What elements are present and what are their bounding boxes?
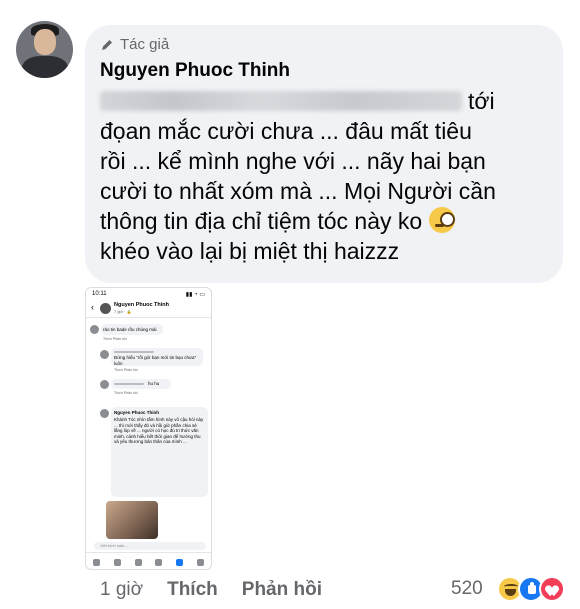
- like-button[interactable]: Thích: [167, 579, 218, 601]
- video-icon: [134, 558, 142, 566]
- back-icon: ‹: [91, 302, 94, 312]
- reply-text: Khánh Tóc nhìn tấm hình này vô cậu hỏi n…: [114, 417, 204, 444]
- comment-line: khéo vào lại bị miệt thị haizzz: [100, 238, 400, 264]
- groups-icon: [155, 558, 163, 566]
- attached-screenshot[interactable]: 10:11 ▮▮ ◔ ▭ ‹ Nguyen Phuoc Thinh 7 giờ …: [85, 287, 212, 570]
- notifications-icon: [176, 558, 184, 566]
- monocle-emoji-icon: [428, 207, 455, 233]
- blurred-name: [114, 351, 154, 353]
- header-name: Nguyen Phuoc Thinh: [114, 302, 169, 308]
- reply-text: Đừng hiểu "rồi giờ bạn mới tin bạo chưa"…: [114, 355, 197, 366]
- pencil-icon: [102, 39, 112, 50]
- comment-line: đọan mắc cười chưa ... đâu mất tiêu: [100, 118, 472, 144]
- menu-icon: [197, 558, 205, 566]
- photo-thumbnail: [106, 501, 158, 539]
- comment-line: cười to nhất xóm mà ... Mọi Người cần: [100, 178, 496, 204]
- comment-text: tới đọan mắc cười chưa ... đâu mất tiêu …: [100, 86, 545, 266]
- status-time: 10:11: [92, 291, 107, 297]
- blurred-name: [114, 383, 144, 385]
- reply-avatar: [100, 350, 109, 359]
- reply-text: hu hu: [148, 381, 160, 386]
- reply-text: rảo tin bade rồu chúng mài: [103, 327, 157, 332]
- reply-button[interactable]: Phản hồi: [242, 579, 322, 601]
- comment-time[interactable]: 1 giờ: [100, 579, 143, 601]
- reaction-count[interactable]: 520: [451, 578, 483, 600]
- bottom-nav: [86, 552, 211, 569]
- home-icon: [92, 558, 100, 566]
- friends-icon: [113, 558, 121, 566]
- header-avatar: [100, 303, 111, 314]
- reply-avatar: [100, 409, 109, 418]
- reply-meta: Thích Phản hồi: [114, 368, 138, 372]
- status-icons: ▮▮ ◔ ▭: [185, 292, 205, 298]
- avatar-face: [34, 29, 56, 55]
- comment-actions: 1 giờ Thích Phản hồi: [100, 579, 322, 601]
- author-avatar[interactable]: [16, 21, 73, 78]
- reaction-icons[interactable]: [497, 576, 567, 602]
- author-badge: Tác giả: [100, 36, 169, 53]
- love-icon: [539, 576, 565, 602]
- reply-avatar: [100, 380, 109, 389]
- comment-input: Viết bình luận...: [94, 542, 206, 550]
- comment-line: tới: [100, 86, 545, 116]
- author-badge-label: Tác giả: [120, 36, 170, 53]
- header-sub: 7 giờ · 🔒: [114, 309, 132, 314]
- avatar-body: [22, 56, 68, 78]
- reply-author: Nguyen Phuoc Thinh: [114, 410, 159, 415]
- reply-avatar: [90, 325, 99, 334]
- blurred-mention: [100, 91, 462, 111]
- reply-meta: Thích Phản hồi: [103, 337, 127, 341]
- author-name[interactable]: Nguyen Phuoc Thinh: [100, 60, 290, 82]
- comment-line: rồi ... kể mình nghe với ... nãy hai bạn: [100, 148, 486, 174]
- reply-meta: Thích Phản hồi: [114, 391, 138, 395]
- screenshot-header: ‹ Nguyen Phuoc Thinh 7 giờ · 🔒: [86, 300, 211, 318]
- comment-line: thông tin địa chỉ tiệm tóc này ko: [100, 206, 545, 236]
